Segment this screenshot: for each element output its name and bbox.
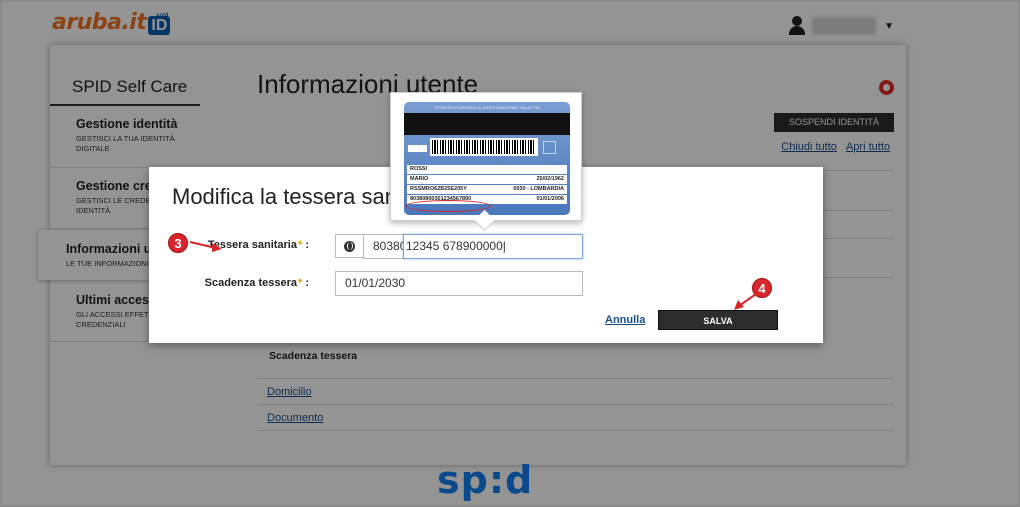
card-surname: ROSSI xyxy=(410,166,428,172)
globe-icon xyxy=(344,241,355,252)
card-number-value: 12345 678900000 xyxy=(406,239,503,253)
cancel-link[interactable]: Annulla xyxy=(605,314,645,326)
expiry-label: Scadenza tessera* : xyxy=(159,277,309,289)
label-colon: : xyxy=(305,277,309,289)
card-birth-date: 25/02/1962 xyxy=(536,176,564,182)
card-fields: ROSSI MARIO 25/02/1962 RSSMRO62B25E205Y 00… xyxy=(407,165,567,205)
card-fiscal-code: RSSMRO62B25E205Y xyxy=(410,186,467,192)
card-row-fiscal: RSSMRO62B25E205Y 0030 - LOMBARDIA xyxy=(407,185,567,194)
spid-logo: sp:d xyxy=(437,458,534,502)
card-number-highlight-circle xyxy=(405,200,491,212)
eu-stars-icon xyxy=(543,141,556,154)
label-colon: : xyxy=(305,239,309,251)
save-button[interactable]: SALVA xyxy=(658,310,778,330)
magnetic-strip xyxy=(404,113,570,135)
step-4-arrow-icon xyxy=(734,293,757,310)
required-mark: * xyxy=(297,277,303,289)
text-cursor-icon: | xyxy=(502,239,506,253)
step-3-arrow-icon xyxy=(189,241,222,252)
screenshot-frame: aruba.it spid ID ▼ SPID Self Care Gestion… xyxy=(0,0,1020,507)
card-row-surname: ROSSI xyxy=(407,165,567,174)
card-row-name: MARIO 25/02/1962 xyxy=(407,175,567,184)
barcode-icon xyxy=(432,140,536,154)
card-number-input[interactable]: 12345 678900000| xyxy=(403,234,583,259)
expiry-input[interactable]: 01/01/2030 xyxy=(335,271,583,296)
expiry-label-text: Scadenza tessera xyxy=(204,277,297,289)
card-region: 0030 - LOMBARDIA xyxy=(513,186,564,192)
card-expiry-text: 01/01/2006 xyxy=(536,196,564,202)
barcode-area xyxy=(430,138,538,156)
health-card-tooltip: TESSERA EUROPEA DI ASSICURAZIONE MALATTI… xyxy=(390,92,582,221)
card-chip-box xyxy=(408,145,427,152)
country-prefix-addon xyxy=(335,234,364,258)
step-3-marker: 3 xyxy=(168,233,188,253)
required-mark: * xyxy=(297,239,303,251)
health-card-image: TESSERA EUROPEA DI ASSICURAZIONE MALATTI… xyxy=(404,102,570,215)
card-header-text: TESSERA EUROPEA DI ASSICURAZIONE MALATTI… xyxy=(433,105,541,110)
card-prefix-field: 80380 xyxy=(363,234,406,259)
card-name: MARIO xyxy=(410,176,429,182)
